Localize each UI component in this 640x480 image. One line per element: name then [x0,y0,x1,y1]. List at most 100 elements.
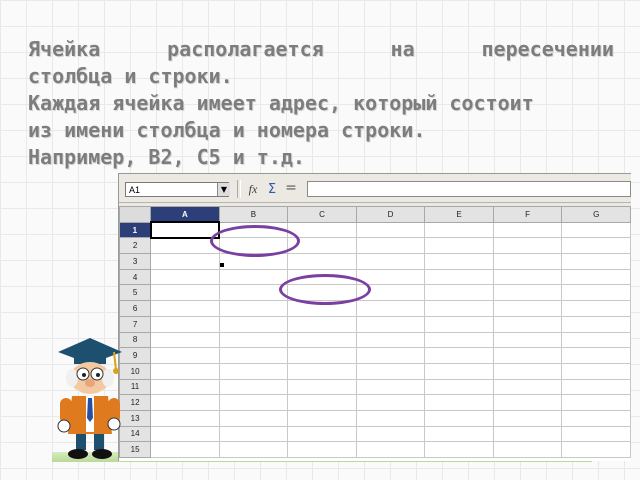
row-header-4[interactable]: 4 [119,268,152,286]
cell-a13[interactable] [150,409,220,427]
cell-g5[interactable] [561,284,631,302]
cell-e14[interactable] [424,425,494,443]
cell-g8[interactable] [561,331,631,349]
cell-f10[interactable] [492,362,563,380]
cell-c14[interactable] [287,425,357,443]
cell-f13[interactable] [492,409,563,427]
cell-c9[interactable] [287,347,357,364]
name-box[interactable]: A1 [125,182,229,197]
cell-b7[interactable] [218,315,289,333]
column-header-d[interactable]: D [355,206,426,223]
sum-button[interactable]: Σ [264,182,280,197]
cell-f15[interactable] [492,441,563,458]
row-header-11[interactable]: 11 [119,378,152,396]
column-header-a[interactable]: A [150,206,220,223]
cell-c12[interactable] [287,394,357,411]
cell-e15[interactable] [424,441,494,458]
cell-c10[interactable] [287,362,357,380]
row-header-5[interactable]: 5 [119,284,152,302]
row-header-9[interactable]: 9 [119,347,152,364]
cell-e5[interactable] [424,284,494,302]
cell-g15[interactable] [561,441,631,458]
row-header-7[interactable]: 7 [119,315,152,333]
row-header-6[interactable]: 6 [119,300,152,317]
cell-e10[interactable] [424,362,494,380]
cell-a7[interactable] [150,315,220,333]
cell-e11[interactable] [424,378,494,396]
cell-d14[interactable] [355,425,426,443]
cell-b8[interactable] [218,331,289,349]
cell-d8[interactable] [355,331,426,349]
cell-d2[interactable] [355,237,426,255]
cell-e3[interactable] [424,253,494,270]
cell-d7[interactable] [355,315,426,333]
cell-f5[interactable] [492,284,563,302]
column-header-c[interactable]: C [287,206,357,223]
cell-c8[interactable] [287,331,357,349]
cell-e9[interactable] [424,347,494,364]
cell-c11[interactable] [287,378,357,396]
cell-a15[interactable] [150,441,220,458]
cell-d1[interactable] [355,221,426,239]
cell-b13[interactable] [218,409,289,427]
cell-g2[interactable] [561,237,631,255]
cell-g4[interactable] [561,268,631,286]
cell-b11[interactable] [218,378,289,396]
cell-f1[interactable] [492,221,563,239]
cell-f12[interactable] [492,394,563,411]
cell-e4[interactable] [424,268,494,286]
cell-g6[interactable] [561,300,631,317]
cell-c3[interactable] [287,253,357,270]
select-all-corner[interactable] [119,206,152,223]
row-header-8[interactable]: 8 [119,331,152,349]
cell-g7[interactable] [561,315,631,333]
cell-a12[interactable] [150,394,220,411]
cell-c13[interactable] [287,409,357,427]
cell-a10[interactable] [150,362,220,380]
row-header-14[interactable]: 14 [119,425,152,443]
row-header-10[interactable]: 10 [119,362,152,380]
cell-g11[interactable] [561,378,631,396]
row-header-3[interactable]: 3 [119,253,152,270]
cell-c15[interactable] [287,441,357,458]
cell-a2[interactable] [150,237,220,255]
column-header-f[interactable]: F [492,206,563,223]
column-header-g[interactable]: G [561,206,631,223]
cell-e8[interactable] [424,331,494,349]
cell-a9[interactable] [150,347,220,364]
cell-e6[interactable] [424,300,494,317]
row-header-2[interactable]: 2 [119,237,152,255]
cell-b14[interactable] [218,425,289,443]
column-header-e[interactable]: E [424,206,494,223]
cell-a1[interactable] [149,221,221,239]
cell-f3[interactable] [492,253,563,270]
cell-a11[interactable] [150,378,220,396]
cell-b9[interactable] [218,347,289,364]
cell-b15[interactable] [218,441,289,458]
cell-b6[interactable] [218,300,289,317]
cell-d12[interactable] [355,394,426,411]
cell-g9[interactable] [561,347,631,364]
formula-input[interactable] [307,181,631,197]
cell-f6[interactable] [492,300,563,317]
cell-a8[interactable] [150,331,220,349]
cell-f8[interactable] [492,331,563,349]
cell-b10[interactable] [218,362,289,380]
cell-g10[interactable] [561,362,631,380]
cell-g1[interactable] [561,221,631,239]
cell-f2[interactable] [492,237,563,255]
cell-a3[interactable] [150,253,220,270]
cell-e13[interactable] [424,409,494,427]
cell-e12[interactable] [424,394,494,411]
cell-e1[interactable] [424,221,494,239]
cell-f4[interactable] [492,268,563,286]
cell-a14[interactable] [150,425,220,443]
equals-button[interactable]: = [283,181,299,196]
row-header-13[interactable]: 13 [119,409,152,427]
cell-g14[interactable] [561,425,631,443]
cell-f9[interactable] [492,347,563,364]
cell-f7[interactable] [492,315,563,333]
cell-d15[interactable] [355,441,426,458]
cell-d13[interactable] [355,409,426,427]
cell-f14[interactable] [492,425,563,443]
